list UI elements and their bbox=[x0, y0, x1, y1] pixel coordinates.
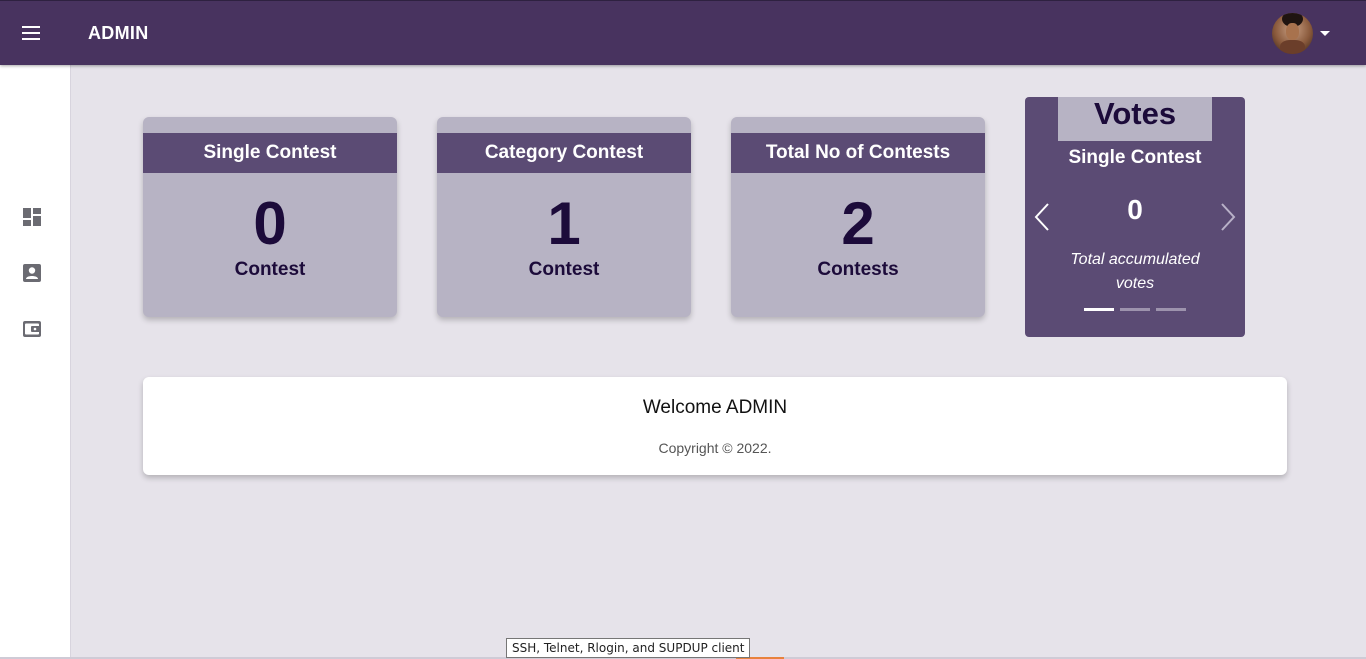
account-box-icon[interactable] bbox=[22, 263, 42, 283]
user-avatar[interactable] bbox=[1272, 13, 1313, 54]
card-value: 1 bbox=[547, 190, 581, 257]
votes-carousel: Votes Single Contest 0 Total accumulated… bbox=[1025, 97, 1245, 337]
carousel-indicator-1[interactable] bbox=[1084, 308, 1114, 311]
card-title: Total No of Contests bbox=[731, 133, 985, 173]
votes-value: 0 bbox=[1127, 194, 1143, 225]
sidebar bbox=[0, 65, 71, 659]
votes-description: Total accumulated votes bbox=[1070, 251, 1200, 292]
votes-title: Votes bbox=[1058, 97, 1212, 141]
votes-contest-label: Single Contest bbox=[1068, 147, 1202, 168]
welcome-title: Welcome ADMIN bbox=[642, 397, 788, 418]
tooltip: SSH, Telnet, Rlogin, and SUPDUP client bbox=[506, 638, 751, 658]
carousel-indicator-3[interactable] bbox=[1156, 308, 1186, 311]
single-contest-card: Single Contest 0 Contest bbox=[143, 117, 397, 317]
card-value: 2 bbox=[841, 190, 875, 257]
copyright-text: Copyright © 2022. bbox=[658, 440, 772, 456]
welcome-card: Welcome ADMIN Copyright © 2022. bbox=[143, 377, 1287, 475]
card-title: Single Contest bbox=[143, 133, 397, 173]
dashboard-icon[interactable] bbox=[22, 207, 42, 227]
total-contests-card: Total No of Contests 2 Contests bbox=[731, 117, 985, 317]
card-value: 0 bbox=[253, 190, 287, 257]
card-unit: Contests bbox=[817, 259, 899, 280]
top-app-bar: ADMIN bbox=[0, 0, 1366, 65]
category-contest-card: Category Contest 1 Contest bbox=[437, 117, 691, 317]
hamburger-icon[interactable] bbox=[18, 21, 46, 45]
caret-down-icon[interactable] bbox=[1320, 31, 1330, 36]
carousel-indicator-2[interactable] bbox=[1120, 308, 1150, 311]
chevron-right-icon[interactable] bbox=[1219, 201, 1237, 233]
card-title: Category Contest bbox=[437, 133, 691, 173]
wallet-icon[interactable] bbox=[22, 319, 42, 339]
brand-title: ADMIN bbox=[88, 23, 149, 43]
carousel-indicators bbox=[1084, 308, 1186, 311]
card-unit: Contest bbox=[528, 259, 600, 280]
card-unit: Contest bbox=[234, 259, 306, 280]
